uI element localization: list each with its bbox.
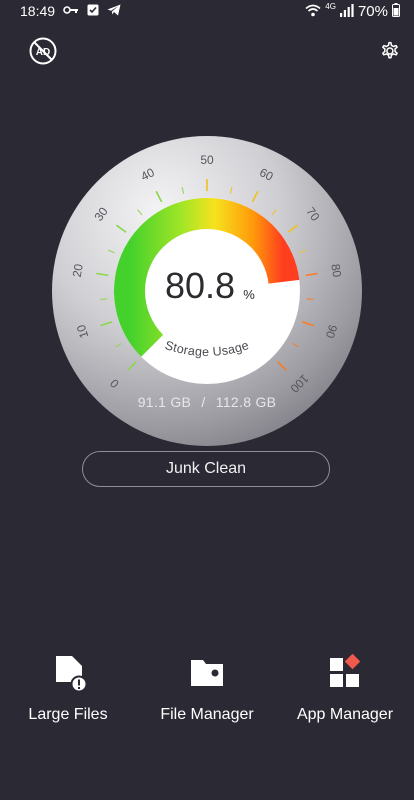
large-files-label: Large Files (28, 706, 108, 723)
gauge-tick (100, 298, 108, 300)
gauge-tick (306, 298, 314, 300)
app-grid-icon (325, 652, 365, 692)
remove-ads-button[interactable]: AD (26, 34, 60, 68)
network-type: 4G (325, 2, 336, 11)
settings-button[interactable] (372, 34, 406, 68)
folder-icon (187, 652, 227, 692)
status-left: 18:49 (20, 3, 121, 19)
storage-separator: / (201, 394, 206, 410)
gauge-scale-label: 50 (200, 153, 214, 167)
gauge-percent-value: 80.8 (165, 265, 235, 306)
battery-percent: 70% (357, 3, 388, 20)
wifi-icon (305, 4, 321, 20)
no-ads-icon: AD (29, 37, 57, 65)
signal-icon (339, 3, 354, 20)
checkbox-notification-icon (87, 3, 99, 19)
status-time: 18:49 (20, 3, 56, 19)
storage-usage-readout: 91.1 GB / 112.8 GB (0, 394, 414, 410)
gauge-percent-unit: % (243, 287, 255, 302)
storage-used: 91.1 GB (137, 394, 192, 410)
status-bar: 18:49 4G 70% (0, 0, 414, 24)
battery-icon (392, 3, 400, 20)
storage-total: 112.8 GB (215, 394, 277, 410)
gauge-scale-label: 80 (328, 263, 344, 279)
app-manager-label: App Manager (296, 706, 394, 723)
telegram-icon (107, 3, 121, 19)
large-files-button[interactable]: Large Files (0, 652, 138, 723)
file-manager-label: File Manager (160, 706, 254, 723)
large-files-icon (48, 652, 88, 692)
file-manager-button[interactable]: File Manager (137, 652, 277, 723)
vpn-key-icon (63, 3, 79, 19)
junk-clean-button[interactable]: Junk Clean (82, 451, 330, 487)
status-right: 4G 70% (305, 2, 400, 20)
app-manager-button[interactable]: App Manager (275, 652, 414, 723)
settings-gear-icon (382, 41, 398, 59)
junk-clean-label: Junk Clean (165, 460, 247, 477)
gauge-scale-label: 20 (70, 263, 86, 279)
